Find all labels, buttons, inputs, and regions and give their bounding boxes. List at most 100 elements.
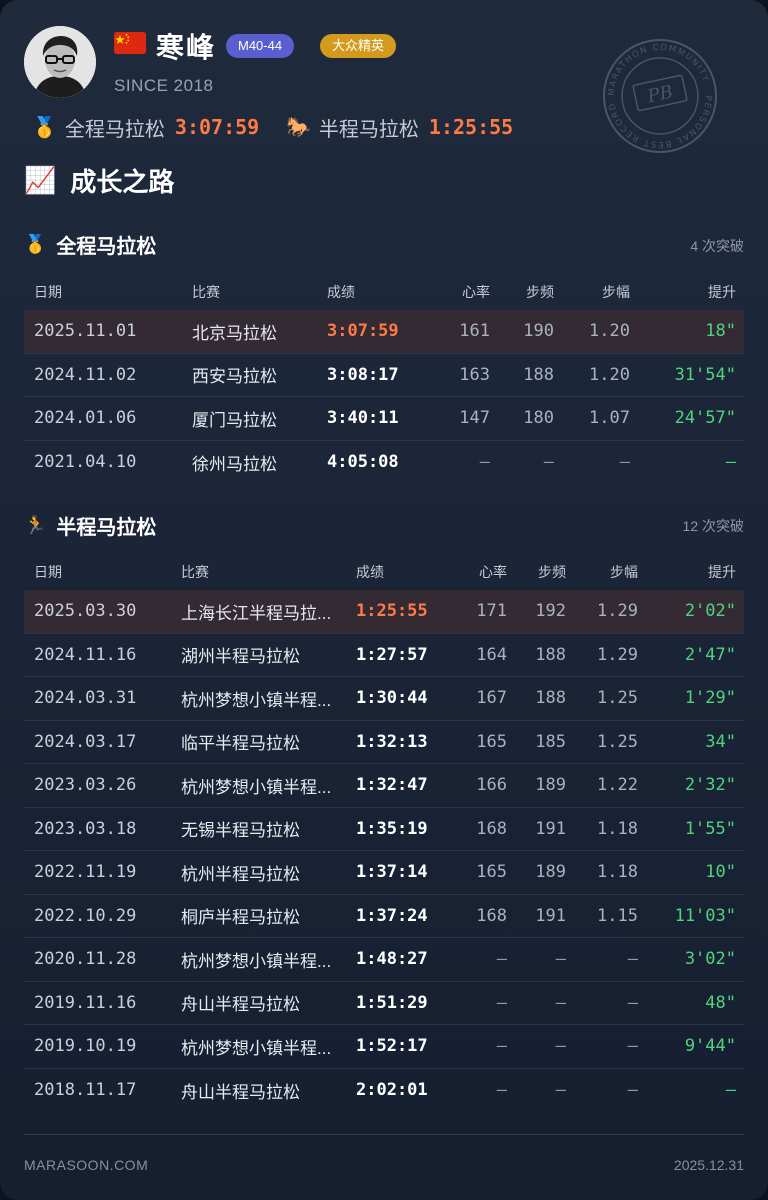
cell-cadence: – <box>555 949 566 970</box>
cell-improve: 2'47" <box>684 644 736 665</box>
table-row[interactable]: 2024.11.16 湖州半程马拉松 1:27:57 164 188 1.29 2'47" <box>24 634 744 677</box>
cell-time: 1:37:24 <box>356 905 428 926</box>
table-row[interactable]: 2020.11.28 杭州梦想小镇半程... 1:48:27 – – – 3'02" <box>24 938 744 982</box>
cell-improve: 48" <box>705 992 736 1013</box>
cell-stride: 1.18 <box>597 862 638 883</box>
cell-time: 4:05:08 <box>327 452 399 473</box>
cell-cadence: 188 <box>535 644 566 665</box>
cell-date: 2023.03.26 <box>34 775 137 796</box>
cell-cadence: – <box>555 1036 566 1057</box>
cell-time: 1:30:44 <box>356 688 428 709</box>
header-date: 日期 <box>34 284 62 300</box>
half-breakthrough-count: 12 次突破 <box>682 518 744 534</box>
table-row[interactable]: 2024.03.31 杭州梦想小镇半程... 1:30:44 167 188 1.25 1'… <box>24 677 744 721</box>
table-header: 日期 比赛 成绩 心率 步频 步幅 提升 <box>24 554 744 590</box>
table-row[interactable]: 2021.04.10 徐州马拉松 4:05:08 – – – – <box>24 441 744 485</box>
medal-icon: 🥇 <box>24 234 47 254</box>
cell-cadence: 191 <box>535 905 566 926</box>
cell-date: 2025.11.01 <box>34 321 137 342</box>
chart-up-icon: 📈 <box>24 165 57 195</box>
cell-stride: – <box>627 992 638 1013</box>
cell-time: 2:02:01 <box>356 1080 428 1101</box>
table-row[interactable]: 2024.03.17 临平半程马拉松 1:32:13 165 185 1.25 34" <box>24 721 744 764</box>
header-race: 比赛 <box>181 564 209 580</box>
cell-hr: 163 <box>459 364 490 385</box>
cell-date: 2024.11.02 <box>34 364 137 385</box>
cell-time: 1:25:55 <box>356 601 428 622</box>
level-badge: 大众精英 <box>320 34 397 58</box>
cell-race: 舟山半程马拉松 <box>181 1082 300 1102</box>
table-row[interactable]: 2023.03.18 无锡半程马拉松 1:35:19 168 191 1.18 1'55" <box>24 808 744 851</box>
cell-cadence: 180 <box>523 408 554 429</box>
cell-race: 北京马拉松 <box>192 323 277 343</box>
cell-improve: – <box>725 452 736 473</box>
cell-stride: 1.29 <box>597 601 638 622</box>
cell-date: 2024.03.31 <box>34 688 137 709</box>
table-row[interactable]: 2022.11.19 杭州半程马拉松 1:37:14 165 189 1.18 10" <box>24 851 744 895</box>
full-breakthrough-count: 4 次突破 <box>690 238 744 254</box>
table-row[interactable]: 2022.10.29 桐庐半程马拉松 1:37:24 168 191 1.15 11'03" <box>24 895 744 938</box>
cell-time: 1:32:13 <box>356 731 428 752</box>
cell-time: 1:48:27 <box>356 949 428 970</box>
table-row[interactable]: 2024.01.06 厦门马拉松 3:40:11 147 180 1.07 24'57" <box>24 397 744 441</box>
cell-hr: 164 <box>476 644 507 665</box>
table-row[interactable]: 2024.11.02 西安马拉松 3:08:17 163 188 1.20 31'54" <box>24 354 744 397</box>
cell-improve: 9'44" <box>684 1036 736 1057</box>
cell-time: 1:32:47 <box>356 775 428 796</box>
cell-race: 徐州马拉松 <box>192 454 277 474</box>
cell-race: 桐庐半程马拉松 <box>181 908 300 928</box>
cell-improve: 24'57" <box>674 408 736 429</box>
cell-cadence: 192 <box>535 601 566 622</box>
table-row[interactable]: 2023.03.26 杭州梦想小镇半程... 1:32:47 166 189 1.22 2'… <box>24 764 744 808</box>
cell-cadence: 189 <box>535 862 566 883</box>
cell-cadence: – <box>543 452 554 473</box>
cell-improve: 1'29" <box>684 688 736 709</box>
full-pb-time: 3:07:59 <box>174 115 260 139</box>
half-pb-summary: 🐎 半程马拉松 1:25:55 <box>286 114 514 141</box>
half-marathon-title: 🏃 半程马拉松 <box>24 515 157 539</box>
cell-hr: – <box>479 452 490 473</box>
cell-time: 3:40:11 <box>327 408 399 429</box>
header-cadence: 步频 <box>538 564 566 580</box>
header-stride: 步幅 <box>610 564 638 580</box>
cell-date: 2019.11.16 <box>34 992 137 1013</box>
pb-stamp-logo: MARATHON COMMUNITY · PERSONAL BEST RECOR… <box>602 38 718 154</box>
cell-improve: 18" <box>705 321 736 342</box>
cell-cadence: 189 <box>535 775 566 796</box>
cell-stride: 1.25 <box>597 731 638 752</box>
avatar <box>24 26 96 98</box>
footer-site: MARASOON.COM <box>24 1157 149 1173</box>
cell-stride: 1.22 <box>597 775 638 796</box>
footer-date: 2025.12.31 <box>673 1157 744 1173</box>
cell-time: 1:37:14 <box>356 862 428 883</box>
cell-race: 杭州梦想小镇半程... <box>181 690 332 710</box>
header-date: 日期 <box>34 564 62 580</box>
cell-race: 湖州半程马拉松 <box>181 647 300 667</box>
half-marathon-table: 日期 比赛 成绩 心率 步频 步幅 提升 2025.03.30 上海长江半程马拉... 1:25:… <box>24 554 744 1112</box>
table-row[interactable]: 2025.03.30 上海长江半程马拉... 1:25:55 171 192 1.29 2'… <box>24 590 744 634</box>
table-row[interactable]: 2018.11.17 舟山半程马拉松 2:02:01 – – – – <box>24 1069 744 1113</box>
cell-cadence: 188 <box>523 364 554 385</box>
cell-improve: 10" <box>705 862 736 883</box>
table-row[interactable]: 2025.11.01 北京马拉松 3:07:59 161 190 1.20 18" <box>24 310 744 354</box>
cell-date: 2024.01.06 <box>34 408 137 429</box>
cell-date: 2024.03.17 <box>34 731 137 752</box>
cell-stride: – <box>627 949 638 970</box>
cell-hr: 167 <box>476 688 507 709</box>
header-time: 成绩 <box>327 284 355 300</box>
member-since: SINCE 2018 <box>114 76 214 95</box>
table-row[interactable]: 2019.10.19 杭州梦想小镇半程... 1:52:17 – – – 9'44" <box>24 1025 744 1069</box>
cell-hr: 165 <box>476 862 507 883</box>
header-improve: 提升 <box>708 564 736 580</box>
half-pb-time: 1:25:55 <box>428 115 514 139</box>
cell-time: 1:51:29 <box>356 992 428 1013</box>
cell-hr: – <box>496 1036 507 1057</box>
cell-time: 3:08:17 <box>327 364 399 385</box>
cell-time: 3:07:59 <box>327 321 399 342</box>
footer-divider <box>24 1134 744 1135</box>
header-time: 成绩 <box>356 564 384 580</box>
cell-date: 2020.11.28 <box>34 949 137 970</box>
cell-race: 无锡半程马拉松 <box>181 821 300 841</box>
table-row[interactable]: 2019.11.16 舟山半程马拉松 1:51:29 – – – 48" <box>24 982 744 1025</box>
cell-race: 临平半程马拉松 <box>181 734 300 754</box>
